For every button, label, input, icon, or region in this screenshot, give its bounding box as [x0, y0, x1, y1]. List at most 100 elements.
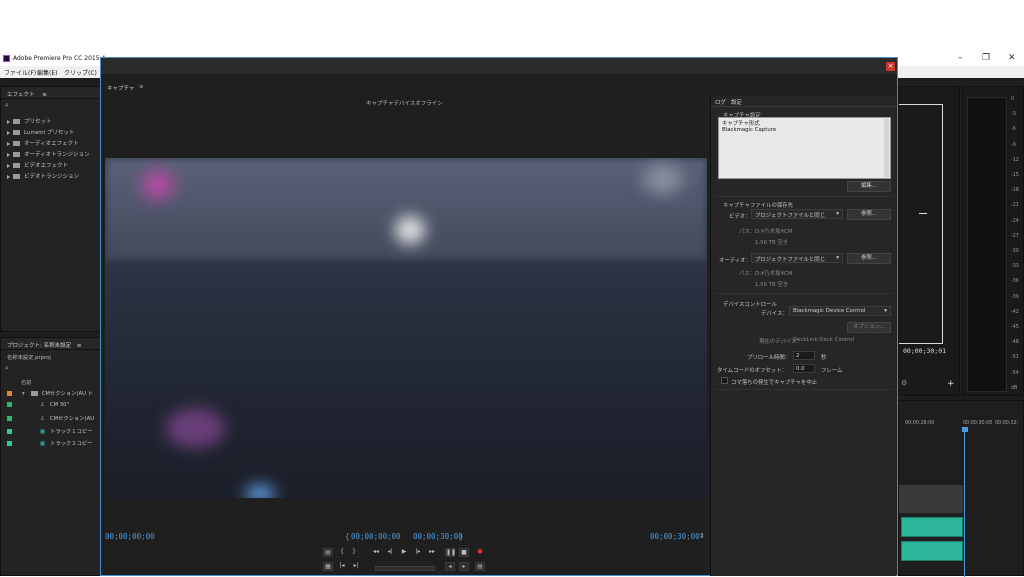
audio-path-value: D:¥乃木坂¥CM	[755, 271, 793, 277]
capture-close-button[interactable]: ×	[886, 62, 895, 71]
label-color-swatch[interactable]	[7, 402, 12, 407]
list-item[interactable]: ▦ トラック２コピー	[7, 439, 92, 447]
options-button[interactable]: オプション...	[847, 322, 891, 333]
label-color-swatch[interactable]	[7, 391, 12, 396]
capture-format-label: キャプチャ形式	[722, 121, 760, 127]
goto-in-button[interactable]: |◂	[337, 562, 347, 571]
list-item[interactable]: ▾ CMセクション(AU ト	[7, 389, 93, 397]
fast-forward-button[interactable]: ▸▸	[427, 548, 437, 557]
meter-scale-label: -18	[1011, 188, 1019, 194]
expand-triangle-icon[interactable]	[7, 152, 10, 157]
timecode-offset-input[interactable]: 0.0	[793, 364, 815, 373]
audio-meters: 0 -3 -6 -9 -12 -15 -18 -21 -24 -27 -30 -33 -36 -39 -42…	[962, 86, 1024, 396]
audio-location-select[interactable]: プロジェクトファイルと同じ ▾	[751, 253, 843, 263]
slow-reverse-button[interactable]: ◂	[445, 562, 455, 571]
tab-log[interactable]: ログ	[715, 98, 726, 106]
playhead-line[interactable]	[964, 431, 965, 577]
expand-triangle-icon[interactable]	[7, 163, 10, 168]
out-point-timecode[interactable]: 00;00;30;00	[413, 532, 463, 541]
mark-in-button[interactable]: {	[337, 548, 347, 557]
tree-item-video-transitions[interactable]: ビデオトランジション	[7, 172, 79, 180]
menu-edit[interactable]: 編集(E)	[37, 68, 57, 77]
pause-button[interactable]: ❚❚	[445, 548, 456, 557]
audio-browse-button[interactable]: 参照...	[847, 253, 891, 264]
capture-format-listbox[interactable]: キャプチャ形式 Blackmagic Capture	[718, 117, 891, 179]
column-header-name[interactable]: 名前	[21, 378, 32, 386]
list-item[interactable]: ▦ トラック１コピー	[7, 427, 92, 435]
playhead-handle[interactable]	[962, 427, 968, 432]
folder-icon	[13, 163, 20, 168]
expand-triangle-icon[interactable]	[7, 130, 10, 135]
label-color-swatch[interactable]	[7, 416, 12, 421]
current-timecode[interactable]: 00;00;00;00	[105, 532, 155, 541]
settings-icon[interactable]: ⚙	[901, 379, 907, 387]
tab-settings[interactable]: 設定	[731, 98, 742, 106]
window-close-button[interactable]: ✕	[1008, 53, 1016, 63]
record-options-icon[interactable]: ▤	[475, 562, 485, 571]
tree-item-video-effects[interactable]: ビデオエフェクト	[7, 161, 68, 169]
list-item[interactable]: ⚓ CMセクション(AU	[7, 414, 94, 422]
slow-play-button[interactable]: ▸	[459, 562, 469, 571]
tree-item-audio-transitions[interactable]: オーディオトランジション	[7, 150, 90, 158]
menu-clip[interactable]: クリップ(C)	[64, 68, 97, 77]
record-mark-icon[interactable]: ▤	[323, 548, 333, 557]
panel-menu-icon[interactable]: ≡	[77, 343, 82, 349]
label-color-swatch[interactable]	[7, 441, 12, 446]
panel-menu-icon[interactable]: ≡	[139, 84, 144, 90]
video-track-area[interactable]	[899, 485, 963, 513]
play-button[interactable]: ▶	[399, 548, 409, 557]
out-point-brace: }	[459, 532, 464, 541]
video-browse-button[interactable]: 参照...	[847, 209, 891, 220]
meter-scale-label: -33	[1011, 264, 1019, 270]
expand-triangle-icon[interactable]	[7, 174, 10, 179]
goto-out-button[interactable]: ▸|	[351, 562, 361, 571]
meter-scale-label: -15	[1011, 173, 1019, 178]
effects-panel-header[interactable]: エフェクト ≡	[1, 87, 101, 99]
edit-button[interactable]: 編集...	[847, 181, 891, 192]
capture-window-titlebar[interactable]	[101, 58, 897, 74]
list-item[interactable]: ⚓ CM 30"	[7, 402, 69, 408]
capture-settings-panel: ログ 設定 キャプチャ設定 キャプチャ形式 Blackmagic Capture…	[710, 96, 897, 576]
minimize-button[interactable]: –	[958, 53, 963, 63]
step-forward-button[interactable]: |▸	[413, 548, 423, 557]
abort-dropped-frames-checkbox[interactable]	[721, 377, 728, 384]
expand-triangle-icon[interactable]	[7, 119, 10, 124]
meter-scale-label: 0	[1011, 97, 1015, 102]
expand-triangle-icon[interactable]	[7, 141, 10, 146]
search-icon[interactable]: ⌕	[5, 364, 9, 373]
mark-out-button[interactable]: }	[349, 548, 359, 557]
audio-clip[interactable]	[901, 517, 963, 537]
folder-icon	[13, 174, 20, 179]
record-button[interactable]: ●	[475, 548, 485, 557]
preroll-input[interactable]: 2	[793, 351, 815, 360]
rewind-button[interactable]: ◂◂	[371, 548, 381, 557]
scene-detect-icon[interactable]: ▦	[323, 562, 333, 571]
jog-shuttle-slider[interactable]	[375, 566, 435, 571]
add-button[interactable]: +	[947, 379, 955, 389]
duration-timecode[interactable]: 00;00;30;00	[650, 532, 700, 541]
tree-item-audio-effects[interactable]: オーディオエフェクト	[7, 139, 79, 147]
preview-light	[141, 170, 175, 200]
monitor-timecode[interactable]: 00;00;30;01	[903, 347, 946, 355]
audio-clip[interactable]	[901, 541, 963, 561]
sequence-icon: ⚓	[40, 402, 45, 408]
step-back-button[interactable]: ◂|	[385, 548, 395, 557]
maximize-button[interactable]: ❐	[982, 53, 990, 63]
label-color-swatch[interactable]	[7, 429, 12, 434]
video-location-select[interactable]: プロジェクトファイルと同じ ▾	[751, 209, 843, 219]
preroll-unit: 秒	[821, 355, 827, 361]
expand-triangle-icon[interactable]: ▾	[22, 391, 25, 397]
stop-button[interactable]: ■	[459, 548, 469, 557]
tree-item-lumetri[interactable]: Lumetri プリセット	[7, 128, 74, 136]
video-label: ビデオ：	[729, 214, 751, 220]
fit-icon[interactable]: ⇕	[699, 532, 705, 540]
panel-menu-icon[interactable]: ≡	[42, 92, 47, 98]
search-icon[interactable]: ⌕	[5, 101, 9, 110]
in-point-timecode[interactable]: 00;00;00;00	[351, 532, 401, 541]
tree-item-presets[interactable]: プリセット	[7, 117, 52, 125]
menu-file[interactable]: ファイル(F)	[4, 68, 36, 77]
meter-scale-label: -3	[1011, 112, 1016, 118]
device-select[interactable]: Blackmagic Device Control ▾	[789, 306, 891, 316]
project-panel-header[interactable]: プロジェクト: 名称未設定 ≡	[1, 338, 101, 350]
listbox-scrollbar[interactable]	[884, 119, 889, 177]
